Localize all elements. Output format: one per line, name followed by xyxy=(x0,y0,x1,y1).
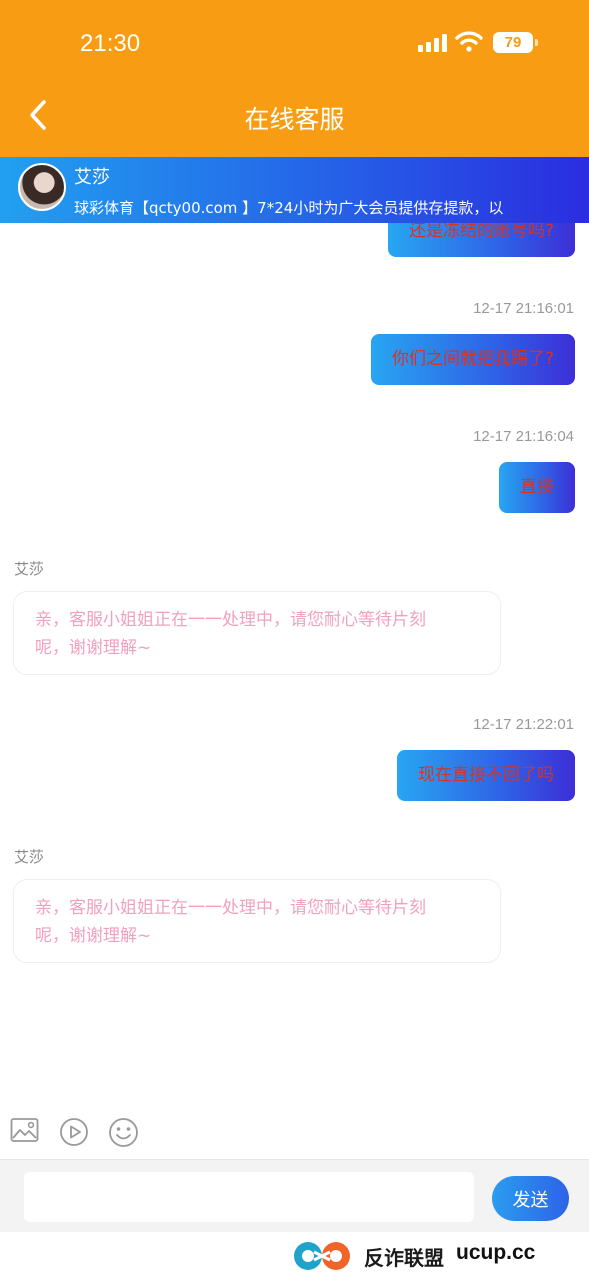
video-icon[interactable] xyxy=(59,1117,89,1147)
outgoing-message[interactable]: 现在直接不回了吗 xyxy=(397,750,575,801)
signal-icon xyxy=(418,34,448,52)
watermark-bar: 反诈联盟 ucup.cc xyxy=(0,1232,589,1280)
message-line: 亲，客服小姐姐正在一一处理中，请您耐心等待片刻 xyxy=(35,610,426,630)
anti-fraud-logo-icon xyxy=(294,1242,350,1270)
agent-announcement: 球彩体育【qcty00.com 】7*24小时为广大会员提供存提款，以 xyxy=(74,199,504,217)
outgoing-message[interactable]: 你们之间就把我踢了? xyxy=(370,334,575,385)
message-line: 亲，客服小姐姐正在一一处理中，请您耐心等待片刻 xyxy=(35,898,426,918)
incoming-message[interactable]: 亲，客服小姐姐正在一一处理中，请您耐心等待片刻 呢，谢谢理解~ xyxy=(13,591,501,675)
chat-thread[interactable]: 还是冻结的账号吗? 12-17 21:16:01 你们之间就把我踢了? 12-1… xyxy=(0,223,589,1113)
composer-bar: 发送 xyxy=(0,1159,589,1232)
message-line: 呢，谢谢理解~ xyxy=(35,638,152,658)
message-line: 呢，谢谢理解~ xyxy=(35,926,152,946)
page-title: 在线客服 xyxy=(244,105,345,134)
watermark-text: 反诈联盟 xyxy=(364,1246,444,1270)
image-icon[interactable] xyxy=(10,1117,39,1144)
battery-icon: 79 xyxy=(493,32,538,53)
message-input[interactable] xyxy=(24,1172,474,1222)
header-bar: 21:30 79 在线客服 xyxy=(0,0,589,157)
agent-name: 艾莎 xyxy=(74,167,110,188)
agent-avatar xyxy=(18,163,66,211)
message-timestamp: 12-17 21:22:01 xyxy=(473,716,574,733)
wifi-icon xyxy=(455,31,483,52)
watermark-domain: ucup.cc xyxy=(456,1241,536,1264)
agent-banner: 艾莎 球彩体育【qcty00.com 】7*24小时为广大会员提供存提款，以 xyxy=(0,157,589,223)
message-timestamp: 12-17 21:16:01 xyxy=(473,300,574,317)
sender-name: 艾莎 xyxy=(14,560,45,578)
incoming-message[interactable]: 亲，客服小姐姐正在一一处理中，请您耐心等待片刻 呢，谢谢理解~ xyxy=(13,879,501,963)
outgoing-message[interactable]: 还是冻结的账号吗? xyxy=(387,223,575,257)
emoji-icon[interactable] xyxy=(108,1117,139,1148)
outgoing-message[interactable]: 直接 xyxy=(499,462,575,513)
send-button[interactable]: 发送 xyxy=(492,1176,569,1221)
message-timestamp: 12-17 21:16:04 xyxy=(473,428,574,445)
status-time: 21:30 xyxy=(80,30,141,57)
sender-name: 艾莎 xyxy=(14,848,45,866)
